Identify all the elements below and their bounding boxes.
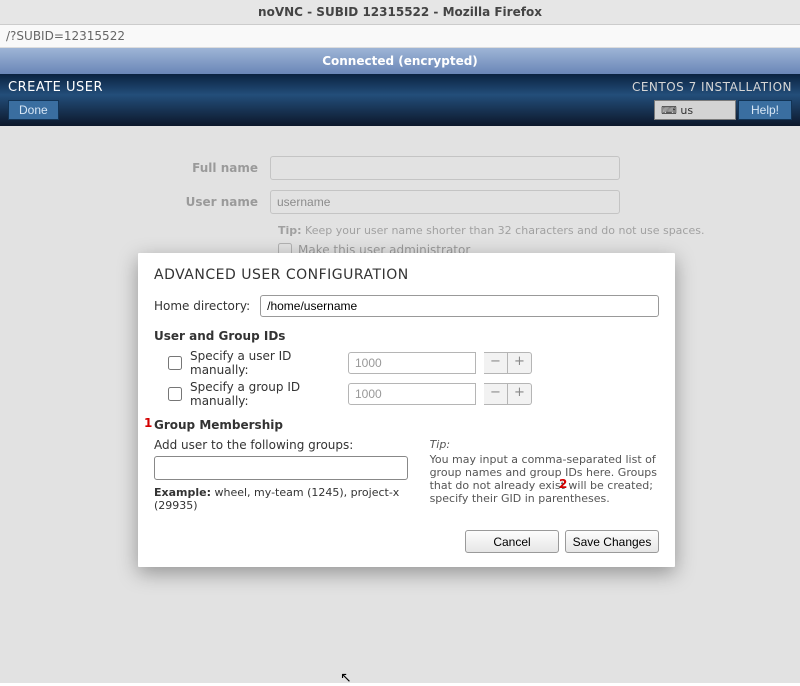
installer-header: CREATE USER CENTOS 7 INSTALLATION Done u… [0, 74, 800, 126]
address-bar[interactable]: /?SUBID=12315522 [0, 25, 800, 48]
groups-example: Example: wheel, my-team (1245), project-… [154, 486, 408, 512]
uid-field [348, 352, 476, 374]
gid-decrement-button[interactable]: − [484, 383, 508, 405]
cancel-button[interactable]: Cancel [465, 530, 559, 553]
done-button[interactable]: Done [8, 100, 59, 120]
gid-checkbox-label: Specify a group ID manually: [190, 380, 340, 408]
advanced-user-dialog: ADVANCED USER CONFIGURATION Home directo… [138, 253, 675, 567]
gid-checkbox[interactable] [168, 387, 182, 401]
uid-checkbox-label: Specify a user ID manually: [190, 349, 340, 377]
uid-increment-button[interactable]: + [508, 352, 532, 374]
gid-field [348, 383, 476, 405]
group-membership-header: Group Membership [154, 418, 659, 432]
installer-brand: CENTOS 7 INSTALLATION [632, 80, 792, 94]
save-changes-button[interactable]: Save Changes [565, 530, 659, 553]
gid-increment-button[interactable]: + [508, 383, 532, 405]
homedir-label: Home directory: [154, 299, 250, 313]
keyboard-indicator[interactable]: us [654, 100, 736, 120]
page-title: CREATE USER [8, 80, 103, 95]
annotation-marker-1: 1 [144, 416, 152, 430]
annotation-marker-2: 2 [559, 477, 567, 491]
vnc-status-bar: Connected (encrypted) [0, 48, 800, 74]
gid-stepper: − + [484, 383, 532, 405]
tip-title: Tip: [430, 438, 659, 451]
tip-body: You may input a comma-separated list of … [430, 453, 657, 505]
homedir-field[interactable] [260, 295, 659, 317]
example-bold: Example: [154, 486, 211, 499]
uid-checkbox[interactable] [168, 356, 182, 370]
uid-row: Specify a user ID manually: − + [168, 349, 659, 377]
groups-field-label: Add user to the following groups: [154, 438, 408, 452]
groups-field[interactable] [154, 456, 408, 480]
window-titlebar: noVNC - SUBID 12315522 - Mozilla Firefox [0, 0, 800, 25]
groups-tip: Tip: You may input a comma-separated lis… [430, 438, 659, 512]
ids-section-header: User and Group IDs [154, 329, 659, 343]
dialog-title: ADVANCED USER CONFIGURATION [154, 267, 659, 283]
help-button[interactable]: Help! [738, 100, 792, 120]
uid-decrement-button[interactable]: − [484, 352, 508, 374]
uid-stepper: − + [484, 352, 532, 374]
gid-row: Specify a group ID manually: − + [168, 380, 659, 408]
